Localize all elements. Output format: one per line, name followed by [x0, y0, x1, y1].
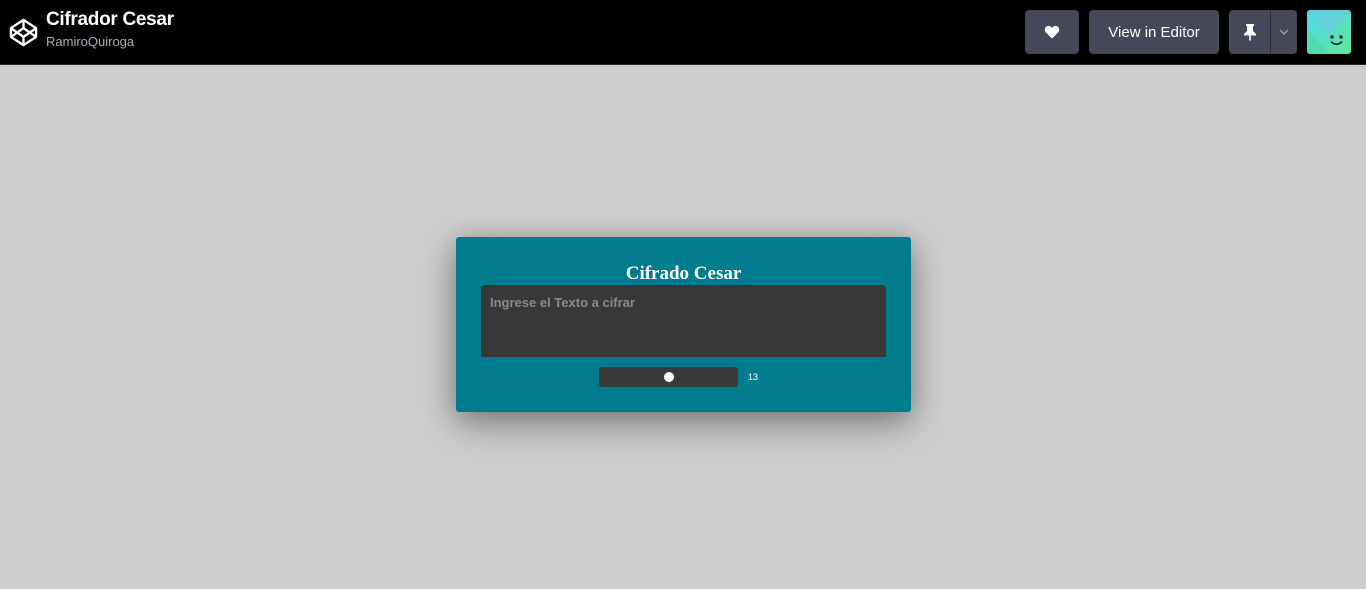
avatar-smiley-icon: [1307, 10, 1351, 54]
heart-icon: [1044, 25, 1060, 39]
slider-thumb[interactable]: [663, 372, 674, 382]
user-avatar[interactable]: [1307, 10, 1351, 54]
cipher-card: Cifrado Cesar 13: [456, 237, 911, 412]
pen-title: Cifrador Cesar: [46, 9, 174, 30]
cipher-title: Cifrado Cesar: [625, 263, 742, 284]
pen-info: Cifrador Cesar RamiroQuiroga: [46, 8, 174, 51]
cipher-text-input[interactable]: [481, 285, 886, 357]
top-bar: Cifrador Cesar RamiroQuiroga View in Edi…: [0, 0, 1366, 65]
chevron-down-icon: [1279, 29, 1289, 35]
view-in-editor-button[interactable]: View in Editor: [1089, 10, 1219, 54]
like-button[interactable]: [1025, 10, 1079, 54]
codepen-logo-icon[interactable]: [8, 17, 39, 48]
shift-value: 13: [748, 372, 759, 382]
pin-icon: [1243, 24, 1256, 41]
shift-slider[interactable]: [599, 367, 738, 387]
pin-options-dropdown[interactable]: [1271, 10, 1297, 54]
author-link[interactable]: RamiroQuiroga: [46, 33, 174, 51]
pin-button[interactable]: [1229, 10, 1270, 54]
